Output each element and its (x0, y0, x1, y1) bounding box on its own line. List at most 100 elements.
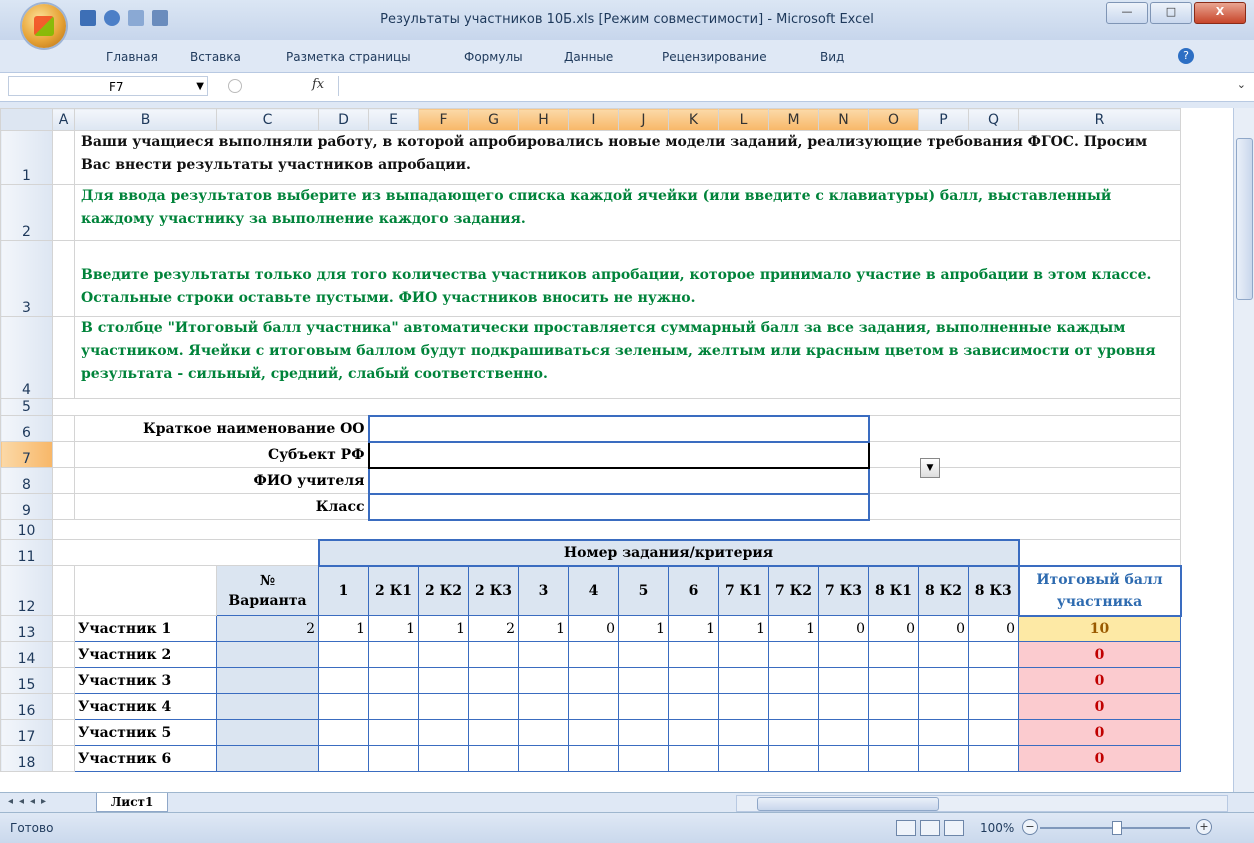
column-header[interactable]: G (468, 108, 519, 131)
participant-name[interactable]: Участник 6 (74, 745, 217, 772)
score-cell[interactable] (718, 641, 769, 668)
score-cell[interactable] (868, 719, 919, 746)
score-cell[interactable] (618, 641, 669, 668)
chevron-down-icon[interactable]: ▼ (196, 77, 204, 97)
score-cell[interactable] (768, 667, 819, 694)
column-header[interactable]: M (768, 108, 819, 131)
teacher-input[interactable] (367, 466, 870, 495)
instruction-text[interactable]: Введите результаты только для того колич… (74, 240, 1181, 317)
score-cell[interactable] (968, 693, 1019, 720)
row-header[interactable]: 3 (0, 240, 53, 317)
column-header[interactable]: Q (968, 108, 1019, 131)
score-cell[interactable] (818, 667, 869, 694)
row-header[interactable]: 8 (0, 467, 53, 494)
page-break-view-icon[interactable] (944, 820, 964, 836)
score-cell[interactable] (968, 641, 1019, 668)
score-cell[interactable] (418, 693, 469, 720)
score-cell[interactable] (568, 745, 619, 772)
score-cell[interactable] (868, 667, 919, 694)
score-cell[interactable] (668, 719, 719, 746)
tab-view[interactable]: Вид (820, 50, 844, 64)
score-cell[interactable] (318, 667, 369, 694)
score-cell[interactable] (468, 693, 519, 720)
score-cell[interactable] (318, 693, 369, 720)
score-cell[interactable]: 1 (418, 615, 469, 642)
cell[interactable] (52, 519, 1181, 540)
cell[interactable] (52, 467, 75, 494)
score-cell[interactable]: 1 (668, 615, 719, 642)
cell[interactable] (52, 398, 1181, 416)
score-cell[interactable] (468, 745, 519, 772)
cell[interactable] (868, 415, 1181, 442)
cell[interactable] (52, 615, 75, 642)
cell[interactable] (52, 130, 75, 185)
variant-cell[interactable] (216, 667, 319, 694)
sheet-nav-icons[interactable]: ◂◂◂▸ (8, 796, 52, 807)
score-cell[interactable] (518, 693, 569, 720)
score-cell[interactable]: 1 (718, 615, 769, 642)
score-cell[interactable] (318, 719, 369, 746)
cell[interactable] (52, 316, 75, 399)
score-cell[interactable] (918, 641, 969, 668)
zoom-in-icon[interactable]: + (1196, 819, 1212, 835)
cell[interactable] (868, 467, 1181, 494)
variant-cell[interactable] (216, 745, 319, 772)
score-cell[interactable] (318, 745, 369, 772)
sheet-tab[interactable]: Лист1 (96, 793, 168, 812)
score-cell[interactable] (818, 745, 869, 772)
score-cell[interactable]: 0 (968, 615, 1019, 642)
cell[interactable] (52, 745, 75, 772)
score-cell[interactable] (518, 745, 569, 772)
tab-data[interactable]: Данные (564, 50, 613, 64)
score-cell[interactable] (768, 745, 819, 772)
instruction-text[interactable]: В столбце "Итоговый балл участника" авто… (74, 316, 1181, 399)
score-cell[interactable] (718, 745, 769, 772)
score-cell[interactable] (318, 641, 369, 668)
region-input[interactable] (367, 440, 870, 469)
cell[interactable] (52, 693, 75, 720)
score-cell[interactable] (418, 667, 469, 694)
cancel-icon[interactable] (228, 79, 242, 93)
score-cell[interactable] (368, 667, 419, 694)
variant-cell[interactable] (216, 719, 319, 746)
score-cell[interactable] (468, 667, 519, 694)
name-box[interactable]: F7 ▼ (8, 76, 208, 96)
cell[interactable] (1018, 539, 1181, 566)
score-cell[interactable] (368, 719, 419, 746)
score-cell[interactable] (618, 667, 669, 694)
score-cell[interactable] (968, 745, 1019, 772)
formula-input[interactable] (338, 76, 1224, 96)
column-header[interactable]: J (618, 108, 669, 131)
score-cell[interactable] (818, 719, 869, 746)
score-cell[interactable] (768, 719, 819, 746)
score-cell[interactable]: 1 (618, 615, 669, 642)
score-cell[interactable]: 0 (868, 615, 919, 642)
column-header[interactable]: F (418, 108, 469, 131)
column-header[interactable]: K (668, 108, 719, 131)
score-cell[interactable]: 1 (518, 615, 569, 642)
score-cell[interactable] (968, 667, 1019, 694)
column-header[interactable]: D (318, 108, 369, 131)
zoom-out-icon[interactable]: − (1022, 819, 1038, 835)
score-cell[interactable] (368, 641, 419, 668)
cell[interactable] (868, 493, 1181, 520)
row-header[interactable]: 12 (0, 565, 53, 616)
dropdown-arrow-icon[interactable]: ▼ (920, 458, 940, 478)
score-cell[interactable] (668, 641, 719, 668)
function-icon[interactable]: fx (312, 77, 324, 92)
horizontal-scrollbar[interactable] (736, 795, 1228, 812)
expand-formula-icon[interactable]: ⌄ (1237, 78, 1246, 91)
cell[interactable] (52, 719, 75, 746)
column-header[interactable]: L (718, 108, 769, 131)
participant-name[interactable]: Участник 4 (74, 693, 217, 720)
score-cell[interactable] (618, 693, 669, 720)
score-cell[interactable] (818, 693, 869, 720)
score-cell[interactable] (618, 745, 669, 772)
score-cell[interactable] (368, 693, 419, 720)
row-header[interactable]: 9 (0, 493, 53, 520)
score-cell[interactable] (518, 641, 569, 668)
column-header[interactable]: E (368, 108, 419, 131)
column-header[interactable]: A (52, 108, 75, 131)
variant-cell[interactable] (216, 641, 319, 668)
oo-input[interactable] (367, 414, 870, 443)
